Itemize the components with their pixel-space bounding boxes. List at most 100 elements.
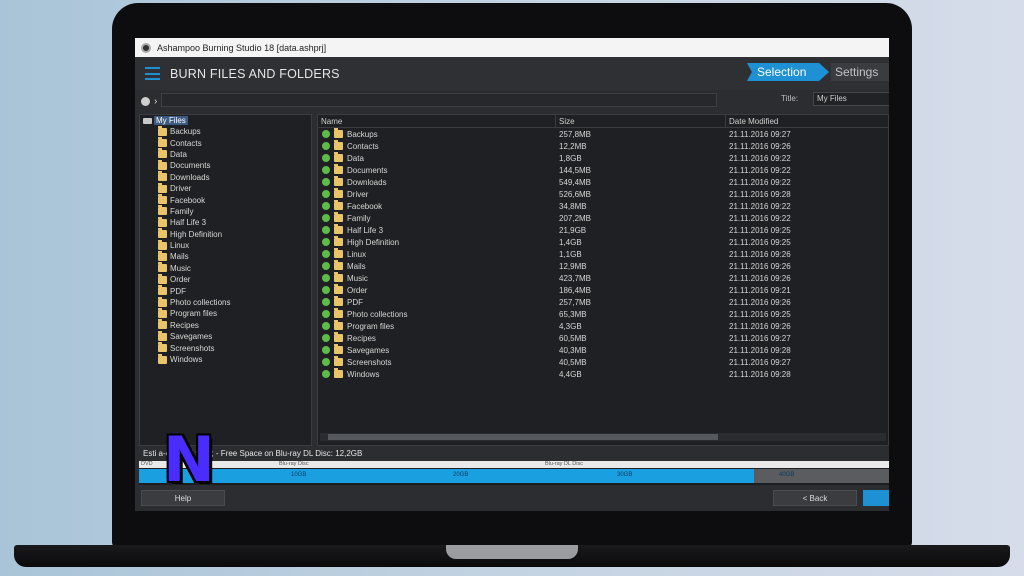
tab-selection[interactable]: Selection xyxy=(747,63,829,81)
capacity-disc-label: Blu-ray DL Disc xyxy=(545,461,583,467)
column-size[interactable]: Size xyxy=(556,115,726,127)
tree-item-label: Screenshots xyxy=(170,343,215,353)
check-icon[interactable] xyxy=(322,130,330,138)
check-icon[interactable] xyxy=(322,346,330,354)
tree-item[interactable]: High Definition xyxy=(140,228,311,240)
file-row[interactable]: Data 1,8GB 21.11.2016 09:22 xyxy=(318,152,888,164)
tree-item[interactable]: Downloads xyxy=(140,171,311,183)
file-row[interactable]: Order 186,4MB 21.11.2016 09:21 xyxy=(318,284,888,296)
tree-item[interactable]: Facebook xyxy=(140,194,311,205)
file-row[interactable]: Recipes 60,5MB 21.11.2016 09:27 xyxy=(318,332,888,344)
file-row[interactable]: Half Life 3 21,9GB 21.11.2016 09:25 xyxy=(318,224,888,236)
title-input[interactable]: My Files xyxy=(813,92,889,106)
file-row[interactable]: PDF 257,7MB 21.11.2016 09:26 xyxy=(318,296,888,308)
check-icon[interactable] xyxy=(322,154,330,162)
check-icon[interactable] xyxy=(322,310,330,318)
tree-item[interactable]: Recipes xyxy=(140,319,311,331)
file-row[interactable]: Driver 526,6MB 21.11.2016 09:28 xyxy=(318,188,888,200)
back-button[interactable]: < Back xyxy=(773,490,857,506)
folder-icon xyxy=(334,368,343,378)
folder-icon xyxy=(334,260,343,270)
tree-item[interactable]: Driver xyxy=(140,182,311,194)
check-icon[interactable] xyxy=(322,214,330,222)
file-row[interactable]: Documents 144,5MB 21.11.2016 09:22 xyxy=(318,164,888,176)
file-name: Facebook xyxy=(347,201,383,211)
check-icon[interactable] xyxy=(322,334,330,342)
capacity-tick: 10GB xyxy=(291,472,307,478)
check-icon[interactable] xyxy=(322,298,330,306)
folder-icon xyxy=(158,148,167,159)
file-row[interactable]: Family 207,2MB 21.11.2016 09:22 xyxy=(318,212,888,224)
file-row[interactable]: Program files 4,3GB 21.11.2016 09:26 xyxy=(318,320,888,332)
file-date: 21.11.2016 09:26 xyxy=(729,141,791,151)
app-window: Ashampoo Burning Studio 18 [data.ashprj]… xyxy=(135,38,889,511)
folder-icon xyxy=(334,224,343,234)
file-name: Data xyxy=(347,153,364,163)
check-icon[interactable] xyxy=(322,166,330,174)
file-row[interactable]: Music 423,7MB 21.11.2016 09:26 xyxy=(318,272,888,284)
file-row[interactable]: Linux 1,1GB 21.11.2016 09:26 xyxy=(318,248,888,260)
tree-item[interactable]: Documents xyxy=(140,159,311,171)
tree-item[interactable]: Savegames xyxy=(140,330,311,342)
tree-item[interactable]: Half Life 3 xyxy=(140,216,311,228)
tree-item-label: Mails xyxy=(170,252,189,262)
tree-item-label: Driver xyxy=(170,184,192,194)
tree-item[interactable]: Family xyxy=(140,205,311,217)
file-size: 12,2MB xyxy=(559,141,587,151)
tree-item[interactable]: Photo collections xyxy=(140,296,311,308)
tree-item[interactable]: Order xyxy=(140,273,311,285)
file-row[interactable]: Backups 257,8MB 21.11.2016 09:27 xyxy=(318,128,888,140)
tree-item[interactable]: Linux xyxy=(140,239,311,251)
check-icon[interactable] xyxy=(322,238,330,246)
folder-icon xyxy=(334,296,343,306)
tree-item[interactable]: Mails xyxy=(140,250,311,262)
file-size: 1,1GB xyxy=(559,249,582,259)
check-icon[interactable] xyxy=(322,250,330,258)
chevron-right-icon[interactable]: › xyxy=(154,96,157,107)
file-row[interactable]: Downloads 549,4MB 21.11.2016 09:22 xyxy=(318,176,888,188)
disc-space-info: Esti a-disc: 37,9GB; - Free Space on Blu… xyxy=(139,448,889,460)
file-row[interactable]: Facebook 34,8MB 21.11.2016 09:22 xyxy=(318,200,888,212)
column-date[interactable]: Date Modified xyxy=(726,115,888,127)
check-icon[interactable] xyxy=(322,286,330,294)
horizontal-scrollbar[interactable] xyxy=(320,433,886,441)
tree-root[interactable]: My Files xyxy=(140,115,311,126)
tree-item[interactable]: Contacts xyxy=(140,137,311,148)
check-icon[interactable] xyxy=(322,190,330,198)
check-icon[interactable] xyxy=(322,262,330,270)
check-icon[interactable] xyxy=(322,322,330,330)
tree-item[interactable]: Music xyxy=(140,262,311,274)
capacity-free xyxy=(754,469,889,483)
menu-icon[interactable] xyxy=(145,67,160,80)
folder-icon xyxy=(334,248,343,258)
check-icon[interactable] xyxy=(322,178,330,186)
file-row[interactable]: Windows 4,4GB 21.11.2016 09:28 xyxy=(318,368,888,380)
tab-settings[interactable]: Settings xyxy=(831,63,889,81)
file-row[interactable]: Mails 12,9MB 21.11.2016 09:26 xyxy=(318,260,888,272)
folder-icon xyxy=(158,342,167,353)
scrollbar-thumb[interactable] xyxy=(328,434,718,440)
file-row[interactable]: Savegames 40,3MB 21.11.2016 09:28 xyxy=(318,344,888,356)
tree-item[interactable]: Data xyxy=(140,148,311,160)
check-icon[interactable] xyxy=(322,358,330,366)
check-icon[interactable] xyxy=(322,370,330,378)
tree-item[interactable]: Windows xyxy=(140,353,311,365)
check-icon[interactable] xyxy=(322,274,330,282)
file-row[interactable]: Contacts 12,2MB 21.11.2016 09:26 xyxy=(318,140,888,152)
next-button[interactable] xyxy=(863,490,889,506)
check-icon[interactable] xyxy=(322,202,330,210)
column-name[interactable]: Name xyxy=(318,115,556,127)
file-row[interactable]: Screenshots 40,5MB 21.11.2016 09:27 xyxy=(318,356,888,368)
tree-item[interactable]: Backups xyxy=(140,125,311,137)
check-icon[interactable] xyxy=(322,226,330,234)
file-row[interactable]: Photo collections 65,3MB 21.11.2016 09:25 xyxy=(318,308,888,320)
file-row[interactable]: High Definition 1,4GB 21.11.2016 09:25 xyxy=(318,236,888,248)
disc-icon[interactable] xyxy=(141,96,150,106)
tree-item[interactable]: PDF xyxy=(140,285,311,296)
path-field[interactable] xyxy=(161,93,717,107)
folder-icon xyxy=(158,353,167,364)
capacity-tick: 30GB xyxy=(617,472,633,478)
check-icon[interactable] xyxy=(322,142,330,150)
tree-item[interactable]: Program files xyxy=(140,307,311,319)
tree-item[interactable]: Screenshots xyxy=(140,342,311,353)
